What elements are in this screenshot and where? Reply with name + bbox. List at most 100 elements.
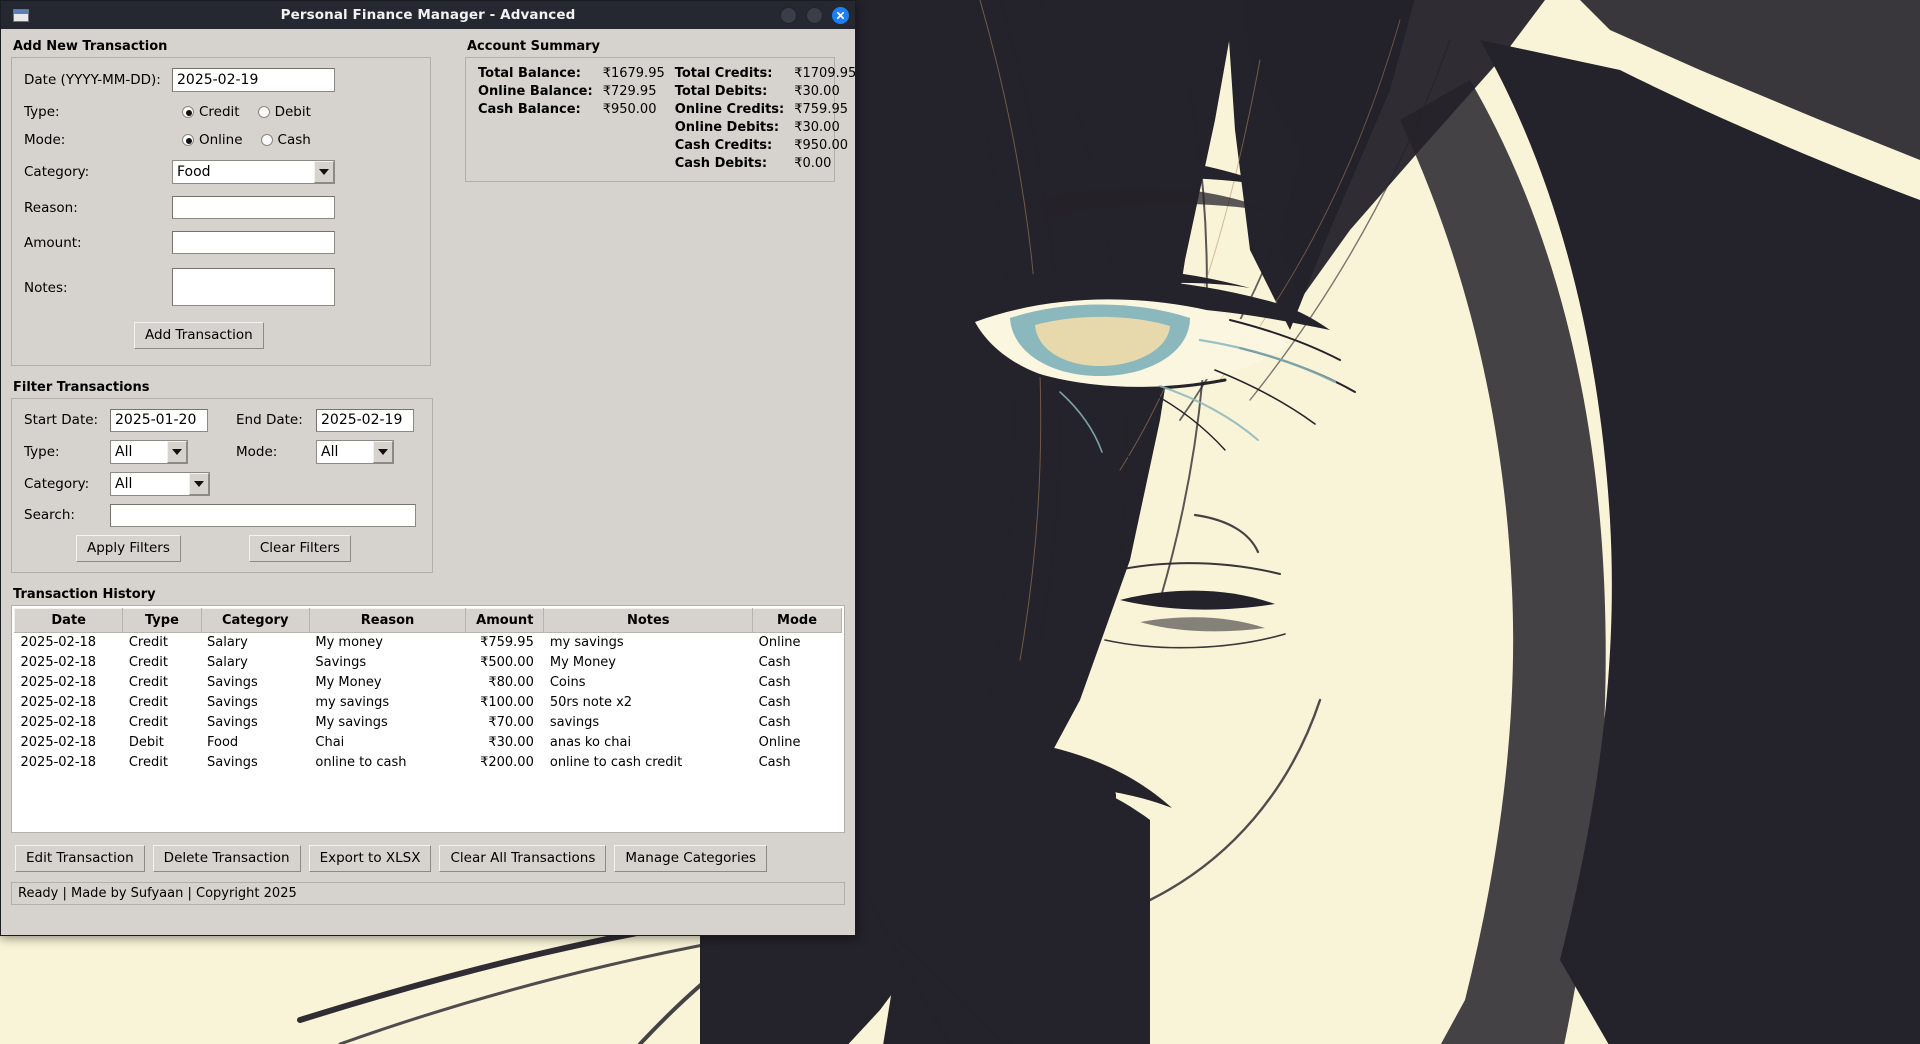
end-date-label: End Date: xyxy=(236,412,303,429)
summary-key-cash-credits: Cash Credits: xyxy=(674,138,773,153)
column-header-reason[interactable]: Reason xyxy=(308,607,467,633)
column-header-category[interactable]: Category xyxy=(200,607,310,633)
cell-date: 2025-02-18 xyxy=(20,714,97,730)
table-row[interactable]: 2025-02-18 Credit Salary Savings ₹500.00… xyxy=(15,652,842,672)
table-row[interactable]: 2025-02-18 Debit Food Chai ₹30.00 anas k… xyxy=(15,732,842,752)
cell-type: Credit xyxy=(128,694,168,710)
status-bar: Ready | Made by Sufyaan | Copyright 2025 xyxy=(11,881,845,905)
end-date-input[interactable] xyxy=(316,408,414,432)
summary-value-online-balance: ₹729.95 xyxy=(602,84,657,99)
clear-filters-button[interactable]: Clear Filters xyxy=(248,534,351,562)
filter-search-row: Search: xyxy=(24,503,420,527)
cell-notes: My Money xyxy=(549,654,617,670)
amount-input[interactable] xyxy=(172,231,335,254)
notes-input[interactable] xyxy=(172,268,335,306)
cell-notes: 50rs note x2 xyxy=(549,694,633,710)
cell-category: Savings xyxy=(207,694,258,710)
filter-buttons-row: Apply Filters Clear Filters xyxy=(24,534,420,562)
cell-notes: Coins xyxy=(549,674,586,690)
start-date-label: Start Date: xyxy=(24,412,99,429)
summary-key-total-credits: Total Credits: xyxy=(674,66,773,81)
type-option-debit[interactable]: Debit xyxy=(257,104,311,120)
delete-transaction-button[interactable]: Delete Transaction xyxy=(152,844,301,872)
minimize-button[interactable] xyxy=(780,6,797,24)
add-transaction-button[interactable]: Add Transaction xyxy=(134,322,264,349)
column-header-type[interactable]: Type xyxy=(122,607,202,633)
cell-type: Credit xyxy=(128,714,168,730)
summary-value-total-credits: ₹1709.95 xyxy=(794,66,855,81)
cell-mode: Online xyxy=(758,734,801,750)
cell-type: Credit xyxy=(128,654,168,670)
type-row: Type: Credit Debit xyxy=(24,104,418,120)
column-header-date[interactable]: Date xyxy=(13,607,124,633)
filter-category-select[interactable]: All xyxy=(110,471,210,496)
radio-credit-icon xyxy=(182,106,194,118)
cell-type: Credit xyxy=(128,754,168,770)
clear-all-transactions-button[interactable]: Clear All Transactions xyxy=(439,844,607,872)
filter-type-select[interactable]: All xyxy=(110,439,188,464)
table-row[interactable]: 2025-02-18 Credit Savings My Money ₹80.0… xyxy=(15,672,842,692)
cell-type: Credit xyxy=(128,674,168,690)
window-titlebar[interactable]: Personal Finance Manager - Advanced xyxy=(1,1,855,29)
account-summary-title: Account Summary xyxy=(467,39,601,54)
cell-reason: My Money xyxy=(315,674,382,690)
filter-category-label: Category: xyxy=(24,475,90,492)
cell-date: 2025-02-18 xyxy=(20,694,97,710)
table-row[interactable]: 2025-02-18 Credit Savings My savings ₹70… xyxy=(15,712,842,732)
apply-filters-button[interactable]: Apply Filters xyxy=(76,534,181,562)
export-xlsx-button[interactable]: Export to XLSX xyxy=(308,844,432,872)
edit-transaction-button[interactable]: Edit Transaction xyxy=(15,844,145,872)
transaction-table: Date Type Category Reason Amount Notes M… xyxy=(13,607,842,773)
filter-category-value: All xyxy=(115,475,133,492)
mode-row: Mode: Online Cash xyxy=(24,132,418,148)
notes-row: Notes: xyxy=(24,268,418,306)
table-row[interactable]: 2025-02-18 Credit Savings online to cash… xyxy=(15,752,842,772)
filter-group: Start Date: End Date: Type: All Mode: xyxy=(11,397,433,573)
search-input[interactable] xyxy=(110,503,416,527)
start-date-input[interactable] xyxy=(110,408,208,432)
table-row[interactable]: 2025-02-18 Credit Salary My money ₹759.9… xyxy=(15,632,842,652)
mode-option-cash[interactable]: Cash xyxy=(260,132,311,148)
summary-value-cash-balance: ₹950.00 xyxy=(602,102,657,117)
desktop: Personal Finance Manager - Advanced Add … xyxy=(0,0,1920,1044)
chevron-down-icon xyxy=(314,161,334,183)
summary-value-total-debits: ₹30.00 xyxy=(794,84,840,99)
filter-category-row: Category: All xyxy=(24,471,420,496)
summary-value-total-balance: ₹1679.95 xyxy=(602,66,665,81)
filter-mode-select[interactable]: All xyxy=(316,439,394,464)
cell-reason: My money xyxy=(315,635,383,650)
column-header-amount[interactable]: Amount xyxy=(465,607,545,633)
mode-option-online-label: Online xyxy=(199,132,243,148)
summary-key-cash-debits: Cash Debits: xyxy=(674,156,768,171)
radio-debit-icon xyxy=(257,106,270,118)
type-option-credit[interactable]: Credit xyxy=(182,104,240,120)
summary-key-online-balance: Online Balance: xyxy=(478,84,593,99)
mode-option-cash-label: Cash xyxy=(277,132,311,148)
cell-date: 2025-02-18 xyxy=(20,734,97,750)
amount-row: Amount: xyxy=(24,231,418,254)
cell-reason: Savings xyxy=(315,654,367,670)
summary-value-online-credits: ₹759.95 xyxy=(794,102,848,117)
add-transaction-title: Add New Transaction xyxy=(13,39,168,54)
type-option-credit-label: Credit xyxy=(199,104,240,120)
transaction-table-container[interactable]: Date Type Category Reason Amount Notes M… xyxy=(11,604,845,833)
reason-input[interactable] xyxy=(172,196,335,219)
manage-categories-button[interactable]: Manage Categories xyxy=(614,844,768,872)
window-icon xyxy=(13,8,29,22)
column-header-notes[interactable]: Notes xyxy=(543,607,754,633)
cell-amount: ₹100.00 xyxy=(480,694,534,710)
mode-option-online[interactable]: Online xyxy=(182,132,243,148)
close-button[interactable] xyxy=(832,6,849,24)
summary-value-cash-debits: ₹0.00 xyxy=(794,156,832,171)
date-input[interactable] xyxy=(172,68,335,92)
table-header-row: Date Type Category Reason Amount Notes M… xyxy=(13,607,842,633)
history-panel: Transaction History Date Type Category R… xyxy=(11,585,845,833)
column-header-mode[interactable]: Mode xyxy=(752,607,842,633)
account-summary-group: Total Balance: ₹1679.95 Total Credits: ₹… xyxy=(465,57,855,182)
mode-label: Mode: xyxy=(24,132,66,148)
cell-amount: ₹30.00 xyxy=(488,734,534,750)
filter-type-mode-row: Type: All Mode: All xyxy=(24,439,420,464)
table-row[interactable]: 2025-02-18 Credit Savings my savings ₹10… xyxy=(15,692,842,712)
category-select[interactable]: Food xyxy=(172,160,335,184)
maximize-button[interactable] xyxy=(806,6,823,24)
